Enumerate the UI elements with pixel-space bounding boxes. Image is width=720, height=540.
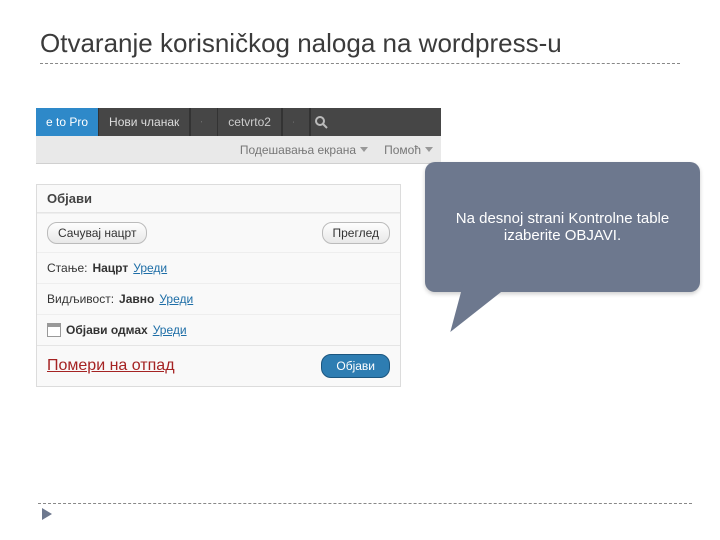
status-edit-link[interactable]: Уреди (133, 261, 167, 275)
screen-options-label: Подешавања екрана (240, 143, 356, 157)
title-underline (40, 63, 680, 64)
instruction-callout: Na desnoj strani Kontrolne table izaberi… (425, 162, 700, 292)
schedule-edit-link[interactable]: Уреди (153, 323, 187, 337)
slide-marker-icon (42, 508, 52, 520)
publish-button[interactable]: Објави (321, 354, 390, 378)
footer-divider (38, 503, 692, 504)
chevron-down-icon (360, 147, 368, 152)
calendar-icon (47, 323, 61, 337)
site-name[interactable]: cetvrto2 (218, 108, 282, 136)
publish-panel: Објави Сачувај нацрт Преглед Стање: Нацр… (36, 184, 401, 387)
status-label: Стање: (47, 261, 87, 275)
screen-options-toggle[interactable]: Подешавања екрана (232, 136, 376, 163)
new-post-menu[interactable]: Нови чланак (99, 108, 190, 136)
help-label: Помоћ (384, 143, 421, 157)
visibility-edit-link[interactable]: Уреди (159, 292, 193, 306)
publish-now-label: Објави одмах (66, 323, 148, 337)
upgrade-to-pro-button[interactable]: e to Pro (36, 108, 99, 136)
visibility-value: Јавно (119, 292, 154, 306)
search-icon[interactable] (310, 108, 332, 136)
save-draft-button[interactable]: Сачувај нацрт (47, 222, 147, 244)
preview-button[interactable]: Преглед (322, 222, 391, 244)
help-toggle[interactable]: Помоћ (376, 136, 441, 163)
wordpress-screenshot: e to Pro Нови чланак cetvrto2 Подешавања… (36, 108, 441, 387)
new-post-label: Нови чланак (109, 115, 179, 129)
page-title: Otvaranje korisničkog naloga na wordpres… (40, 28, 680, 59)
user-avatar-icon[interactable] (282, 108, 310, 136)
callout-text: Na desnoj strani Kontrolne table izaberi… (439, 210, 686, 244)
visibility-label: Видљивост: (47, 292, 114, 306)
chevron-down-icon (425, 147, 433, 152)
status-value: Нацрт (92, 261, 128, 275)
comments-icon[interactable] (190, 108, 218, 136)
publish-panel-header: Објави (37, 185, 400, 213)
move-to-trash-link[interactable]: Помери на отпад (47, 357, 175, 375)
screen-meta-bar: Подешавања екрана Помоћ (36, 136, 441, 164)
admin-bar: e to Pro Нови чланак cetvrto2 (36, 108, 441, 136)
callout-tail (450, 282, 513, 332)
